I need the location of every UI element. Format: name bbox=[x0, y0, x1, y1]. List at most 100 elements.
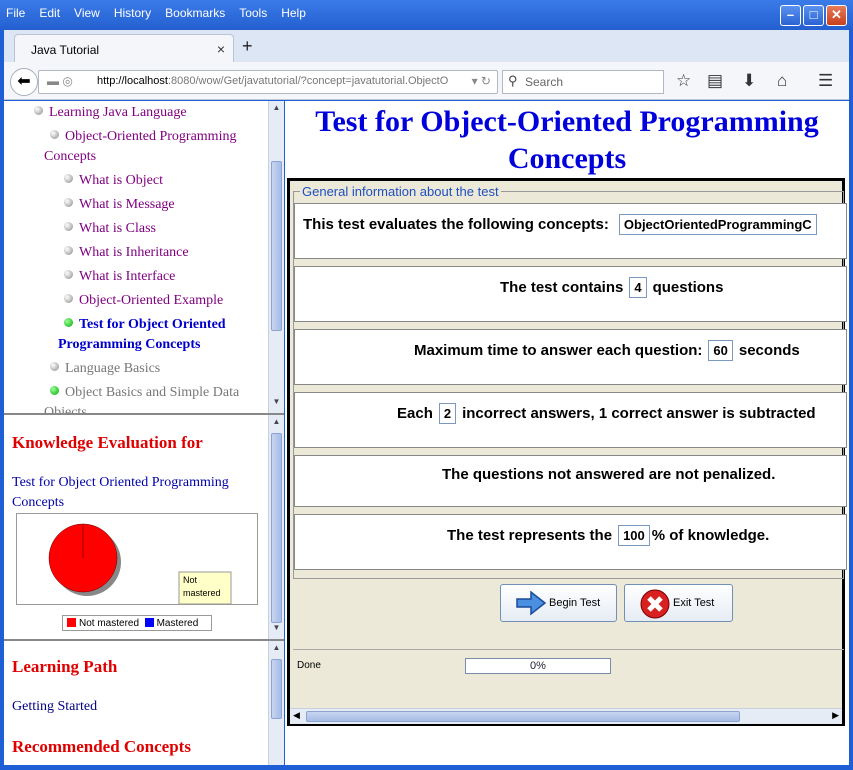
search-input[interactable]: ⚲ Search bbox=[502, 70, 664, 94]
new-tab-button[interactable]: + bbox=[242, 36, 253, 57]
learning-scrollbar[interactable]: ▲ bbox=[268, 641, 284, 765]
url-bar[interactable]: ▬ ◎ http://localhost:8080/wow/Get/javatu… bbox=[38, 70, 498, 94]
scroll-thumb[interactable] bbox=[271, 161, 282, 331]
bullet-icon bbox=[64, 198, 73, 207]
knowledge-value[interactable]: 100 bbox=[618, 525, 650, 546]
scroll-down-icon[interactable]: ▼ bbox=[271, 397, 282, 409]
minimize-button[interactable]: – bbox=[780, 5, 801, 26]
tree-item[interactable]: What is Inheritance bbox=[64, 241, 189, 265]
page-title: Test for Object-Oriented Programming Con… bbox=[315, 105, 819, 175]
tree-item[interactable]: Language Basics bbox=[50, 357, 160, 381]
concepts-row: This test evaluates the following concep… bbox=[294, 203, 847, 259]
scroll-up-icon[interactable]: ▲ bbox=[271, 417, 282, 429]
menu-bar: File Edit View History Bookmarks Tools H… bbox=[6, 6, 320, 20]
bullet-icon bbox=[64, 270, 73, 279]
menu-view[interactable]: View bbox=[74, 6, 100, 20]
scroll-thumb[interactable] bbox=[306, 711, 740, 722]
test-applet: General information about the test This … bbox=[287, 178, 847, 726]
title-bar: File Edit View History Bookmarks Tools H… bbox=[0, 0, 853, 30]
legend-label: Mastered bbox=[156, 618, 199, 629]
time-value[interactable]: 60 bbox=[708, 340, 733, 361]
scroll-up-icon[interactable]: ▲ bbox=[271, 103, 282, 115]
tree-scrollbar[interactable]: ▲ ▼ bbox=[268, 101, 284, 413]
applet-hscrollbar[interactable]: ◀ ▶ bbox=[290, 708, 842, 724]
main-content: Test for Object-Oriented Programming Con… bbox=[285, 101, 849, 765]
tree-item[interactable]: Object-Oriented Example bbox=[64, 289, 223, 313]
close-window-button[interactable]: ✕ bbox=[826, 5, 847, 26]
concept-tree-pane: Learning Java Language Object-Oriented P… bbox=[4, 101, 284, 413]
knowledge-pie-chart: Not mastered bbox=[16, 513, 258, 605]
scroll-up-icon[interactable]: ▲ bbox=[271, 643, 282, 655]
page-info-icon[interactable]: ▬ ◎ bbox=[47, 74, 73, 88]
knowledge-row: The test represents the 100% of knowledge… bbox=[294, 514, 847, 570]
pie-svg: Not mastered bbox=[48, 523, 232, 605]
reload-icon[interactable]: ▾ ↻ bbox=[472, 74, 491, 88]
home-icon[interactable]: ⌂ bbox=[777, 71, 787, 91]
knowledge-pane: Knowledge Evaluation for Test for Object… bbox=[4, 413, 284, 639]
tab-close-icon[interactable]: × bbox=[217, 41, 225, 57]
menu-file[interactable]: File bbox=[6, 6, 25, 20]
reading-list-icon[interactable]: ▤ bbox=[707, 71, 723, 91]
penalty-value[interactable]: 2 bbox=[438, 403, 457, 424]
tree-item[interactable]: What is Class bbox=[64, 217, 156, 241]
hamburger-menu-icon[interactable]: ☰ bbox=[818, 71, 833, 91]
penalty-row: Each 2 incorrect answers, 1 correct answer… bbox=[294, 392, 847, 448]
learning-path-heading: Learning Path bbox=[12, 657, 118, 676]
questions-value[interactable]: 4 bbox=[629, 277, 647, 298]
legend-label: Not mastered bbox=[79, 618, 140, 629]
scroll-thumb[interactable] bbox=[271, 433, 282, 623]
sidebar: Learning Java Language Object-Oriented P… bbox=[4, 101, 284, 765]
begin-test-label: Begin Test bbox=[549, 597, 601, 609]
group-legend: General information about the test bbox=[300, 184, 501, 199]
getting-started-link[interactable]: Getting Started bbox=[12, 699, 97, 715]
progress-bar: 0% bbox=[465, 658, 611, 674]
bullet-icon bbox=[34, 106, 43, 115]
downloads-icon[interactable]: ⬇ bbox=[742, 71, 756, 91]
menu-edit[interactable]: Edit bbox=[39, 6, 60, 20]
menu-bookmarks[interactable]: Bookmarks bbox=[165, 6, 225, 20]
exit-test-button[interactable]: Exit Test bbox=[624, 584, 733, 622]
knowledge-scrollbar[interactable]: ▲ ▼ bbox=[268, 415, 284, 639]
scroll-left-icon[interactable]: ◀ bbox=[293, 710, 300, 721]
bullet-icon bbox=[64, 174, 73, 183]
back-button[interactable]: ⬅ bbox=[10, 68, 38, 96]
concepts-value[interactable]: ObjectOrientedProgrammingC bbox=[618, 214, 817, 235]
scroll-right-icon[interactable]: ▶ bbox=[832, 710, 839, 721]
learning-path-pane: Learning Path Getting Started Recommende… bbox=[4, 639, 284, 765]
tree-item-continued[interactable]: Concepts bbox=[44, 145, 96, 169]
search-placeholder: Search bbox=[525, 75, 564, 89]
tree-item-active-continued[interactable]: Programming Concepts bbox=[58, 333, 200, 357]
maximize-button[interactable]: □ bbox=[803, 5, 824, 26]
menu-history[interactable]: History bbox=[114, 6, 151, 20]
bullet-icon bbox=[50, 130, 59, 139]
recommended-heading: Recommended Concepts bbox=[12, 737, 191, 756]
bullet-icon bbox=[64, 246, 73, 255]
tab-java-tutorial[interactable]: Java Tutorial × bbox=[14, 34, 234, 62]
tree-item[interactable]: What is Message bbox=[64, 193, 175, 217]
begin-test-button[interactable]: Begin Test bbox=[500, 584, 617, 622]
tree-item[interactable]: What is Object bbox=[64, 169, 163, 193]
tab-strip: Java Tutorial × + bbox=[4, 30, 849, 62]
pie-tooltip-line2: mastered bbox=[183, 588, 221, 598]
tab-title: Java Tutorial bbox=[31, 43, 100, 57]
menu-tools[interactable]: Tools bbox=[239, 6, 267, 20]
applet-status-bar: Done 0% bbox=[293, 649, 844, 699]
search-icon: ⚲ bbox=[508, 73, 518, 88]
knowledge-heading: Knowledge Evaluation for bbox=[12, 433, 203, 452]
tree-item[interactable]: What is Interface bbox=[64, 265, 175, 289]
bookmark-star-icon[interactable]: ☆ bbox=[676, 71, 691, 91]
questions-row: The test contains 4 questions bbox=[294, 266, 847, 322]
bullet-icon bbox=[64, 294, 73, 303]
knowledge-link[interactable]: Test for Object Oriented Programming bbox=[12, 475, 229, 491]
scroll-down-icon[interactable]: ▼ bbox=[271, 623, 282, 635]
tree-item-continued[interactable]: Objects bbox=[44, 401, 87, 413]
green-bullet-icon bbox=[64, 318, 73, 327]
progress-label: 0% bbox=[530, 660, 546, 672]
scroll-thumb[interactable] bbox=[271, 659, 282, 719]
menu-help[interactable]: Help bbox=[281, 6, 306, 20]
tree-item[interactable]: Learning Java Language bbox=[34, 101, 187, 125]
arrow-right-icon bbox=[516, 590, 547, 616]
knowledge-link-continued[interactable]: Concepts bbox=[12, 495, 64, 511]
browser-window: File Edit View History Bookmarks Tools H… bbox=[0, 0, 853, 770]
bullet-icon bbox=[64, 222, 73, 231]
